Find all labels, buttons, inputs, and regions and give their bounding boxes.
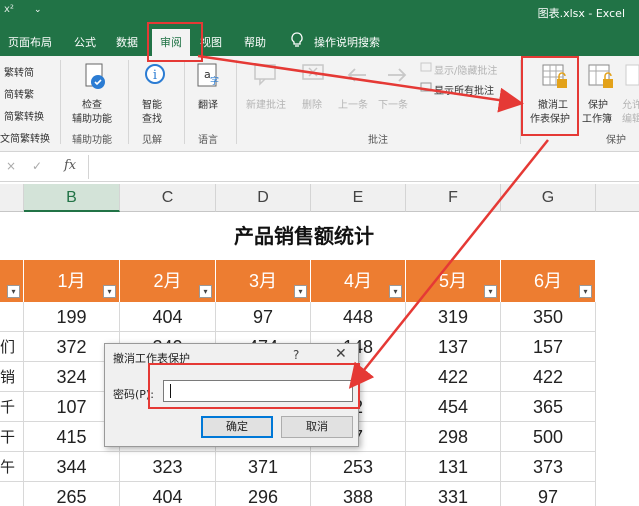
- arrow-to-password: [348, 139, 549, 389]
- arrow-to-unprotect: [197, 54, 524, 113]
- annotation-arrows: [197, 54, 549, 389]
